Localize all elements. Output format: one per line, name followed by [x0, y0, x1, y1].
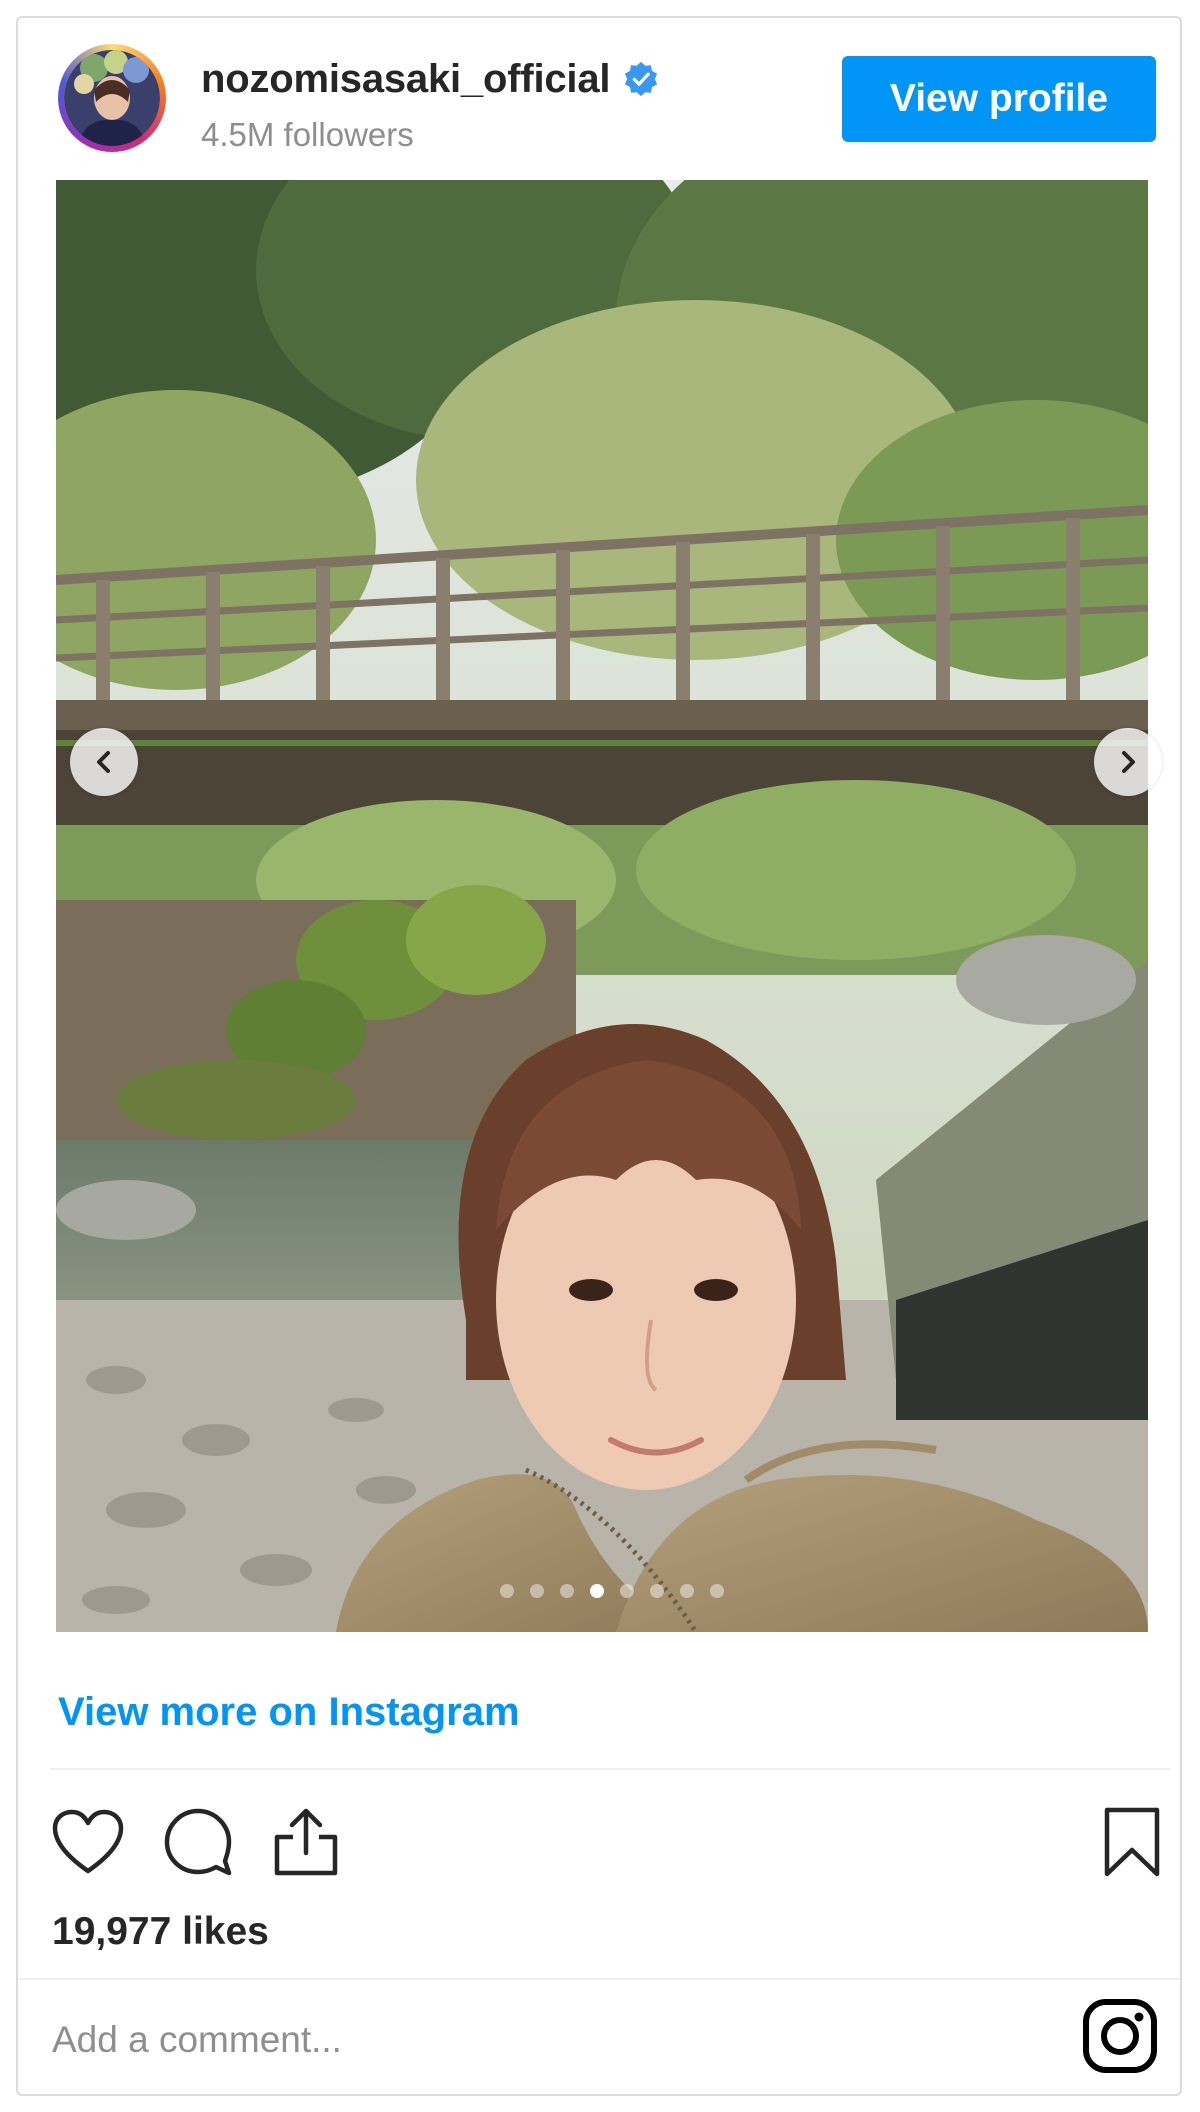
view-profile-button[interactable]: View profile: [842, 56, 1156, 142]
instagram-icon[interactable]: [1080, 1996, 1160, 2076]
share-icon: [274, 1808, 338, 1876]
carousel-dot-active[interactable]: [590, 1584, 604, 1598]
heart-icon: [52, 1809, 124, 1874]
post-photo[interactable]: [56, 180, 1148, 1632]
comment-button[interactable]: [158, 1802, 238, 1882]
follower-count: 4.5M followers: [201, 116, 414, 153]
avatar[interactable]: [58, 44, 166, 152]
like-count: 19,977 likes: [52, 1910, 269, 1953]
divider: [18, 1978, 1180, 1980]
carousel-dot[interactable]: [500, 1584, 514, 1598]
carousel-dot[interactable]: [530, 1584, 544, 1598]
carousel-dot[interactable]: [560, 1584, 574, 1598]
verified-badge-icon: [625, 61, 658, 97]
next-slide-button[interactable]: [1094, 728, 1162, 796]
bookmark-icon: [1104, 1807, 1160, 1877]
username-row: nozomisasaki_official: [201, 54, 660, 104]
carousel-dot[interactable]: [710, 1584, 724, 1598]
view-more-link[interactable]: View more on Instagram: [58, 1690, 520, 1735]
like-button[interactable]: [48, 1802, 128, 1882]
previous-slide-button[interactable]: [70, 728, 138, 796]
carousel-dot[interactable]: [680, 1584, 694, 1598]
comment-icon: [164, 1808, 232, 1876]
chevron-right-icon: [1122, 751, 1135, 773]
instagram-embed-card: nozomisasaki_official 4.5M followers Vie…: [16, 16, 1182, 2096]
divider: [50, 1768, 1170, 1770]
carousel-dot[interactable]: [650, 1584, 664, 1598]
carousel-dot[interactable]: [620, 1584, 634, 1598]
chevron-left-icon: [97, 751, 110, 773]
save-button[interactable]: [1092, 1802, 1172, 1882]
carousel-dots: [500, 1584, 724, 1598]
comment-input[interactable]: [52, 2012, 952, 2068]
avatar-image: [64, 50, 160, 146]
share-button[interactable]: [266, 1802, 346, 1882]
username[interactable]: nozomisasaki_official: [201, 57, 610, 102]
